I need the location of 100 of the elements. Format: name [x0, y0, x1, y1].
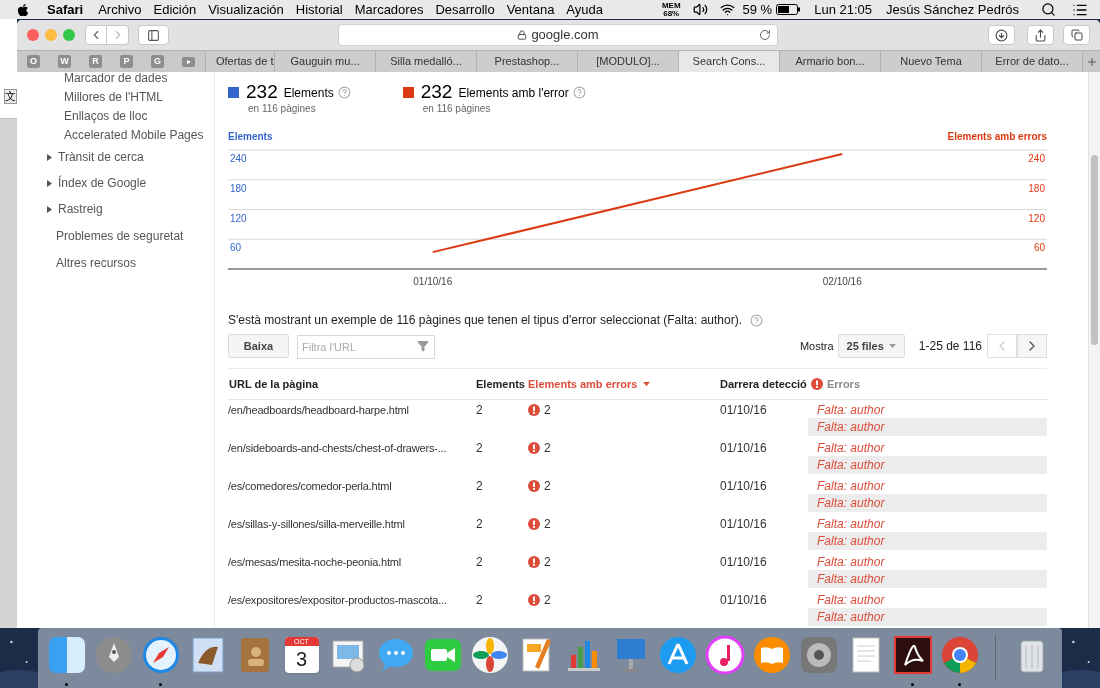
app-store-icon[interactable]	[657, 635, 698, 675]
download-button[interactable]: Baixa	[228, 334, 289, 358]
table-cell[interactable]: /es/expositores/expositor-productos-mascota...	[228, 591, 447, 609]
sidebar-item[interactable]: Millores de l'HTML	[64, 87, 163, 106]
error-item: Falta: author	[808, 608, 1047, 626]
sidebar-item[interactable]: Accelerated Mobile Pages	[64, 125, 204, 144]
video-site-icon[interactable]	[182, 56, 195, 67]
plus-icon	[1085, 55, 1098, 68]
column-header[interactable]: Elements	[476, 375, 525, 393]
sidebar-item[interactable]: Rastreig	[58, 200, 103, 218]
alert-icon	[528, 480, 540, 492]
menu-item[interactable]: Desarrollo	[435, 0, 495, 20]
user-name[interactable]: Jesús Sánchez Pedrós	[886, 0, 1019, 20]
help-icon[interactable]	[337, 85, 351, 99]
scrollbar-thumb[interactable]	[1091, 155, 1098, 345]
column-header[interactable]: Errors	[827, 375, 861, 393]
menu-item[interactable]: Safari	[47, 0, 84, 20]
menu-item[interactable]: Archivo	[98, 0, 142, 20]
search-icon[interactable]	[1041, 2, 1056, 17]
metric-note: en 116 pàgines	[248, 102, 317, 116]
menu-item[interactable]: Historial	[295, 0, 343, 20]
table-cell-text: 01/10/16	[720, 402, 767, 419]
reload-icon[interactable]	[759, 29, 771, 41]
menu-item[interactable]: Marcadores	[354, 0, 424, 20]
expand-triangle-icon[interactable]	[47, 205, 53, 213]
clock[interactable]: Lun 21:05	[814, 0, 873, 20]
compass-icon[interactable]	[140, 635, 181, 675]
browser-tab[interactable]: Nuevo Tema	[880, 51, 981, 72]
table-cell-text: 01/10/16	[720, 554, 767, 571]
browser-tab[interactable]: Error de dato...	[981, 51, 1082, 72]
filter-icon[interactable]	[417, 340, 429, 352]
table-cell-text: 2	[544, 592, 551, 609]
menu-item[interactable]: Edición	[153, 0, 197, 20]
flower-icon[interactable]	[469, 635, 510, 675]
sidebar-item[interactable]: Problemes de seguretat	[56, 226, 184, 245]
download-button[interactable]	[988, 25, 1015, 45]
sidebar-button[interactable]	[138, 25, 169, 45]
sidebar-item[interactable]: Trànsit de cerca	[58, 148, 144, 166]
sidebar-item[interactable]: Marcador de dades	[64, 72, 168, 87]
table-cell-text: 2	[544, 554, 551, 571]
browser-tab[interactable]: Prestashop...	[476, 51, 577, 72]
column-header[interactable]: Darrera detecció	[720, 375, 807, 393]
next-page-button[interactable]	[1017, 334, 1047, 358]
table-cell[interactable]: /en/headboards/headboard-harpe.html	[228, 401, 409, 419]
tabs-button[interactable]	[1063, 25, 1090, 45]
alert-icon	[528, 556, 540, 568]
table-cell-text: 01/10/16	[720, 478, 767, 495]
page-size-dropdown[interactable]: 25 files	[837, 334, 905, 358]
input-method-icon[interactable]: 文	[4, 89, 17, 104]
document-reader-icon[interactable]	[892, 635, 933, 675]
back-button[interactable]	[85, 25, 107, 45]
error-item: Falta: author	[808, 570, 1047, 588]
menu-item[interactable]: Ayuda	[566, 0, 603, 20]
table-cell[interactable]: /es/comedores/comedor-perla.html	[228, 477, 392, 495]
axis-label: 180	[230, 182, 247, 194]
gear-icon[interactable]	[798, 635, 839, 675]
sort-caret-icon[interactable]	[643, 382, 651, 386]
table-cell-text: 2	[476, 592, 483, 609]
music-note-icon[interactable]	[704, 635, 745, 675]
column-header[interactable]: URL de la pàgina	[228, 375, 319, 393]
help-icon[interactable]	[572, 85, 586, 99]
memory-indicator[interactable]: MEM 68%	[661, 1, 681, 18]
expand-triangle-icon[interactable]	[47, 153, 53, 161]
calendar-day: 3	[295, 646, 308, 672]
table-cell[interactable]: /es/sillas-y-sillones/silla-merveille.html	[228, 515, 405, 533]
battery-reading[interactable]: 59 %	[742, 0, 773, 20]
sidebar-item[interactable]: Altres recursos	[56, 253, 137, 272]
sidebar-item[interactable]: Índex de Google	[58, 174, 147, 192]
filter-field[interactable]: Filtra l'URL	[297, 335, 435, 359]
share-button[interactable]	[1027, 25, 1054, 45]
help-icon[interactable]	[750, 313, 763, 327]
browser-tab[interactable]: Search Cons...	[678, 51, 779, 72]
table-cell[interactable]: /en/sideboards-and-chests/chest-of-drawers-...	[228, 439, 447, 457]
axis-label: 120	[1028, 212, 1045, 224]
address-bar[interactable]: google.com	[338, 24, 778, 46]
sidebar-item[interactable]: Enllaços de lloc	[64, 106, 148, 125]
browser-tab[interactable]: [MODULO]...	[577, 51, 678, 72]
menu-item[interactable]: Ventana	[506, 0, 555, 20]
browser-tab[interactable]: Armario bon...	[779, 51, 880, 72]
split-square-icon[interactable]	[46, 635, 87, 675]
wifi-icon[interactable]	[719, 2, 735, 17]
tricolor-circle-icon[interactable]	[939, 635, 980, 675]
column-header[interactable]: Elements amb errors	[528, 375, 638, 393]
axis-label: 60	[230, 242, 242, 254]
browser-tab[interactable]: Gauguin mu...	[274, 51, 375, 72]
download-icon	[995, 28, 1008, 42]
table-cell-text: 2	[476, 554, 483, 571]
volume-icon[interactable]	[692, 2, 708, 17]
rocket-icon[interactable]	[93, 635, 134, 675]
close-button[interactable]	[27, 29, 39, 41]
battery-icon[interactable]	[776, 4, 801, 15]
alert-icon	[528, 518, 540, 530]
browser-tab[interactable]: Silla medalló...	[375, 51, 476, 72]
browser-tab[interactable]: Ofertas de t	[205, 51, 274, 72]
open-book-icon[interactable]	[751, 635, 792, 675]
table-cell[interactable]: /es/mesas/mesita-noche-peonia.html	[228, 553, 401, 571]
expand-triangle-icon[interactable]	[47, 179, 53, 187]
table-cell-text: 2	[544, 516, 551, 533]
menu-item[interactable]: Visualización	[208, 0, 284, 20]
apple-icon[interactable]	[16, 2, 30, 17]
